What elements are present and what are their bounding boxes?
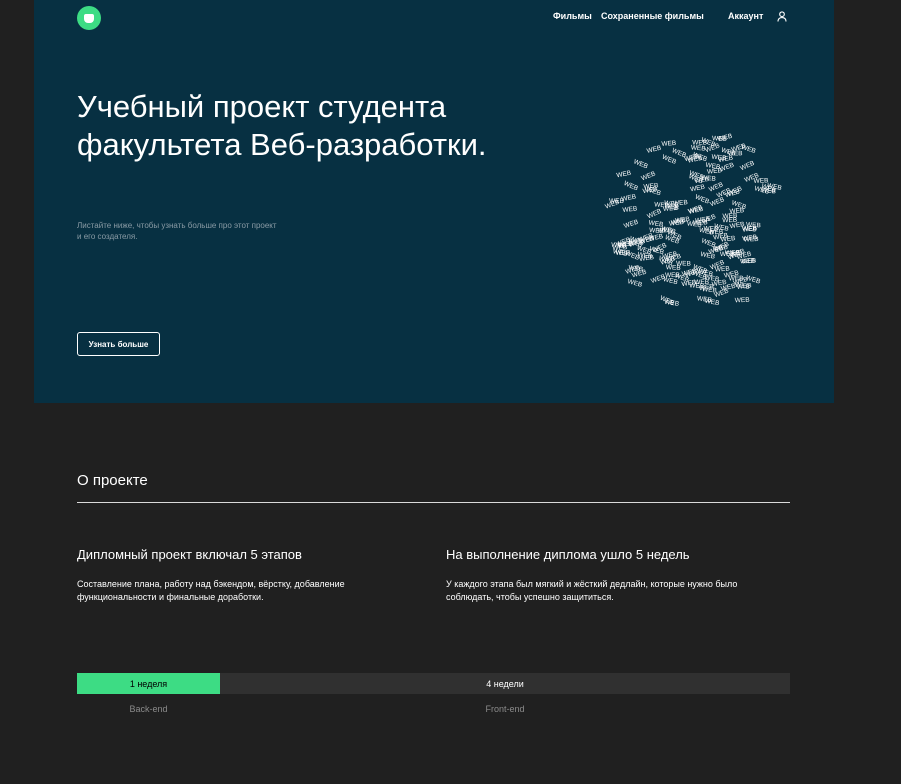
learn-more-button[interactable]: Узнать больше: [77, 332, 160, 356]
globe-word: WEB: [725, 250, 740, 257]
about-item-title: На выполнение диплома ушло 5 недель: [446, 547, 690, 562]
hero-title: Учебный проект студента факультета Веб-р…: [77, 89, 487, 162]
about-item-text: Составление плана, работу над бэкендом, …: [77, 579, 345, 602]
section-divider: [77, 502, 790, 503]
globe-word: WEB: [623, 219, 639, 230]
globe-word: WEB: [676, 260, 691, 267]
web-globe-illustration: WEBWEBWEBWEBWEBWEBWEBWEBWEBWEBWEBWEB WEBW…: [604, 133, 782, 308]
globe-word: WEB: [657, 227, 672, 234]
globe-word: WEB: [640, 170, 656, 182]
globe-word: WEB: [691, 144, 706, 152]
globe-word: WEB: [694, 193, 710, 205]
timeline-backend-label: Back-end: [129, 704, 168, 714]
globe-word: WEB: [646, 208, 662, 221]
globe-word: WEB: [697, 295, 713, 304]
timeline-bar: 1 неделя 4 недели: [77, 673, 790, 694]
globe-word: WEB: [740, 144, 756, 155]
globe-word: WEB: [702, 286, 717, 295]
globe-word: WEB: [739, 160, 755, 173]
timeline-frontend-label: Front-end: [485, 704, 525, 714]
globe-word: WEB: [646, 145, 662, 155]
globe-word: WEB: [623, 180, 639, 192]
globe-word: WEB: [604, 199, 620, 211]
globe-word: WEB: [694, 176, 710, 185]
globe-word: WEB: [639, 254, 655, 263]
about-item-text: У каждого этапа был мягкий и жёсткий дед…: [446, 579, 738, 602]
globe-word: WEB: [616, 170, 632, 180]
account-link[interactable]: Аккаунт: [728, 11, 763, 21]
globe-word: WEB: [741, 257, 756, 265]
globe-word: WEB: [627, 278, 643, 289]
globe-word: WEB: [661, 154, 677, 166]
globe-word: WEB: [722, 217, 737, 225]
globe-word: WEB: [735, 297, 750, 305]
globe-word: WEB: [690, 184, 706, 194]
globe-word: WEB: [632, 158, 648, 170]
timeline-backend-duration: 1 неделя: [77, 673, 220, 694]
timeline-frontend-duration: 4 недели: [486, 678, 524, 689]
logo-icon[interactable]: [77, 6, 101, 30]
about-item-title: Дипломный проект включал 5 этапов: [77, 547, 302, 562]
globe-word: WEB: [707, 167, 722, 176]
nav-link-saved-movies[interactable]: Сохраненные фильмы: [601, 11, 704, 21]
globe-word: WEB: [645, 186, 661, 197]
logo-mark: [84, 13, 94, 23]
user-icon[interactable]: [777, 11, 787, 22]
nav-link-movies[interactable]: Фильмы: [553, 11, 592, 21]
hero-subtitle: Листайте ниже, чтобы узнать больше про э…: [77, 221, 277, 241]
about-section-title: О проекте: [77, 472, 148, 489]
globe-word: WEB: [622, 205, 637, 214]
